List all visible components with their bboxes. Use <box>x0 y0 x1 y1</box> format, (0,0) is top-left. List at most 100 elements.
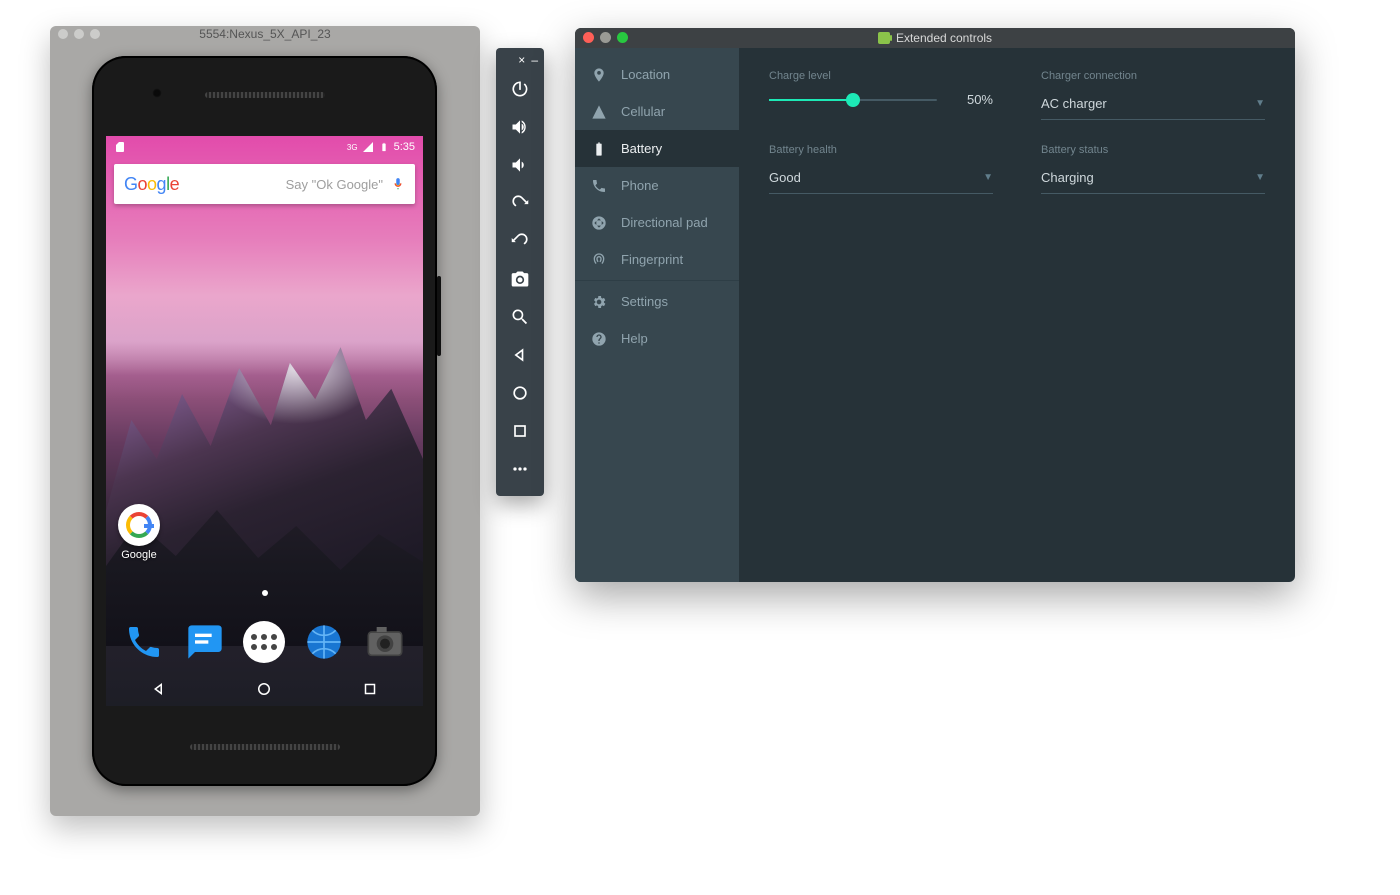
zoom-button[interactable] <box>496 298 544 336</box>
charge-level-value: 50% <box>953 92 993 107</box>
ext-traffic-lights <box>583 32 628 43</box>
battery-icon <box>591 141 607 157</box>
network-type: 3G <box>347 143 358 152</box>
sidebar-item-location[interactable]: Location <box>575 56 739 93</box>
battery-health-select[interactable]: Good ▼ <box>769 166 993 194</box>
toolbar-window-controls: × – <box>496 54 544 70</box>
chevron-down-icon: ▼ <box>983 172 993 183</box>
ext-titlebar: Extended controls <box>575 28 1295 48</box>
sidebar-item-battery[interactable]: Battery <box>575 130 739 167</box>
battery-status-label: Battery status <box>1041 144 1265 156</box>
camera-app-icon[interactable] <box>363 620 407 664</box>
charger-connection-label: Charger connection <box>1041 70 1265 82</box>
phone-screen[interactable]: 3G 5:35 Google Say "Ok Google" <box>106 136 423 706</box>
screenshot-button[interactable] <box>496 260 544 298</box>
sidebar-item-label: Directional pad <box>621 215 708 230</box>
overview-nav-button[interactable] <box>496 412 544 450</box>
charger-connection-select[interactable]: AC charger ▼ <box>1041 92 1265 120</box>
google-search-widget[interactable]: Google Say "Ok Google" <box>114 164 415 204</box>
chevron-down-icon: ▼ <box>1255 172 1265 183</box>
zoom-dot[interactable] <box>90 29 100 39</box>
charge-level-label: Charge level <box>769 70 993 82</box>
hotseat <box>106 612 423 672</box>
fingerprint-icon <box>591 252 607 268</box>
battery-health-field: Battery health Good ▼ <box>769 144 993 194</box>
browser-icon[interactable] <box>302 620 346 664</box>
emulator-window: 5554:Nexus_5X_API_23 3G <box>50 26 480 816</box>
battery-titlebar-icon <box>878 32 890 44</box>
more-button[interactable] <box>496 450 544 488</box>
messenger-icon[interactable] <box>183 620 227 664</box>
earpiece-speaker <box>205 92 325 98</box>
battery-health-value: Good <box>769 170 801 185</box>
sidebar-item-settings[interactable]: Settings <box>575 283 739 320</box>
extended-controls-window: Extended controls Location Cellular Batter… <box>575 28 1295 582</box>
emulator-title: 5554:Nexus_5X_API_23 <box>199 27 330 41</box>
volume-up-button[interactable] <box>496 108 544 146</box>
help-icon <box>591 331 607 347</box>
signal-icon <box>362 141 374 153</box>
settings-icon <box>591 294 607 310</box>
battery-status-value: Charging <box>1041 170 1094 185</box>
sidebar-item-label: Battery <box>621 141 662 156</box>
sidebar-item-label: Settings <box>621 294 668 309</box>
ext-sidebar: Location Cellular Battery Phone Directional … <box>575 48 739 582</box>
volume-down-button[interactable] <box>496 146 544 184</box>
front-camera <box>152 88 162 98</box>
rotate-left-button[interactable] <box>496 184 544 222</box>
battery-health-label: Battery health <box>769 144 993 156</box>
search-hint: Say "Ok Google" <box>286 177 383 192</box>
bottom-speaker <box>190 744 340 750</box>
emulator-toolbar: × – <box>496 48 544 496</box>
rotate-right-button[interactable] <box>496 222 544 260</box>
window-traffic-lights <box>58 29 100 39</box>
phone-frame: 3G 5:35 Google Say "Ok Google" <box>92 56 437 786</box>
ext-zoom-dot[interactable] <box>617 32 628 43</box>
ext-close-dot[interactable] <box>583 32 594 43</box>
back-button[interactable] <box>150 680 168 698</box>
battery-status-select[interactable]: Charging ▼ <box>1041 166 1265 194</box>
back-nav-button[interactable] <box>496 336 544 374</box>
location-icon <box>591 67 607 83</box>
sidebar-item-help[interactable]: Help <box>575 320 739 357</box>
charge-level-slider[interactable] <box>769 99 937 101</box>
toolbar-close-icon[interactable]: × <box>518 54 525 66</box>
ext-title: Extended controls <box>896 31 992 45</box>
sidebar-item-label: Location <box>621 67 670 82</box>
sidebar-item-phone[interactable]: Phone <box>575 167 739 204</box>
overview-button[interactable] <box>361 680 379 698</box>
charge-level-field: Charge level 50% <box>769 70 993 120</box>
ext-min-dot[interactable] <box>600 32 611 43</box>
dialer-icon[interactable] <box>122 620 166 664</box>
sidebar-item-fingerprint[interactable]: Fingerprint <box>575 241 739 278</box>
home-nav-button[interactable] <box>496 374 544 412</box>
sidebar-item-label: Cellular <box>621 104 665 119</box>
google-app-icon <box>118 504 160 546</box>
page-indicator <box>262 590 268 596</box>
sidebar-item-cellular[interactable]: Cellular <box>575 93 739 130</box>
sidebar-item-dpad[interactable]: Directional pad <box>575 204 739 241</box>
battery-icon <box>378 141 390 153</box>
minimize-dot[interactable] <box>74 29 84 39</box>
charger-connection-field: Charger connection AC charger ▼ <box>1041 70 1265 120</box>
sidebar-divider <box>575 280 739 281</box>
phone-icon <box>591 178 607 194</box>
google-logo: Google <box>124 174 179 195</box>
close-dot[interactable] <box>58 29 68 39</box>
battery-status-field: Battery status Charging ▼ <box>1041 144 1265 194</box>
app-drawer-icon[interactable] <box>243 621 285 663</box>
toolbar-minimize-icon[interactable]: – <box>531 54 538 66</box>
sidebar-item-label: Help <box>621 331 648 346</box>
sdcard-icon <box>114 141 126 153</box>
home-button[interactable] <box>255 680 273 698</box>
ext-main-panel: Charge level 50% Charger connection AC c… <box>739 48 1295 582</box>
google-app-label: Google <box>121 549 156 561</box>
ext-body: Location Cellular Battery Phone Directional … <box>575 48 1295 582</box>
mic-icon[interactable] <box>391 175 405 193</box>
cellular-icon <box>591 104 607 120</box>
clock: 5:35 <box>394 141 415 153</box>
sidebar-item-label: Phone <box>621 178 659 193</box>
chevron-down-icon: ▼ <box>1255 98 1265 109</box>
power-button[interactable] <box>496 70 544 108</box>
google-app-shortcut[interactable]: Google <box>118 504 160 561</box>
